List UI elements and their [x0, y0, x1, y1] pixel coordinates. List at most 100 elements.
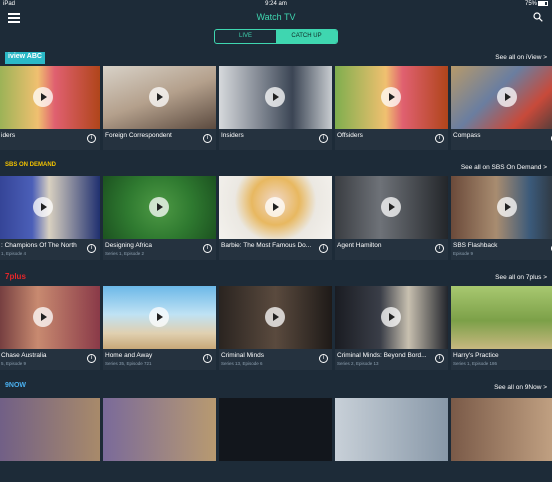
tab-catch-up[interactable]: CATCH UP [276, 30, 337, 43]
program-card[interactable]: Criminal Minds: Beyond Bord... Series 2, … [335, 286, 448, 370]
thumbnail[interactable] [335, 176, 448, 239]
program-card[interactable]: SBS FlashbackEpisode 9i [451, 176, 552, 260]
card-meta: Barbie: The Most Famous Do... i [219, 239, 332, 260]
see-all-link[interactable]: See all on 9Now > [494, 384, 547, 391]
play-icon[interactable] [149, 307, 169, 327]
card-subtitle: 1, Episode 4 [1, 251, 27, 256]
play-icon[interactable] [381, 197, 401, 217]
card-meta: Insiders i [219, 129, 332, 150]
card-meta: SBS FlashbackEpisode 9i [451, 239, 552, 260]
section-header: 7plus See all on 7plus > [0, 270, 552, 284]
program-card[interactable]: Barbie: The Most Famous Do... i [219, 176, 332, 260]
see-all-link[interactable]: See all on SBS On Demand > [461, 164, 547, 171]
info-icon[interactable]: i [319, 244, 328, 253]
program-card[interactable]: Offsiders i [335, 66, 448, 150]
program-card[interactable]: Designing Africa Series 1, Episode 2 i [103, 176, 216, 260]
card-meta: Offsiders i [335, 129, 448, 150]
play-icon[interactable] [381, 87, 401, 107]
info-icon[interactable]: i [203, 134, 212, 143]
info-icon[interactable]: i [319, 134, 328, 143]
program-card[interactable]: Agent Hamilton i [335, 176, 448, 260]
thumbnail[interactable] [0, 398, 100, 461]
clock: 9:24 am [265, 1, 287, 7]
program-card[interactable]: Insiders i [219, 66, 332, 150]
thumbnail[interactable] [335, 66, 448, 129]
play-icon[interactable] [33, 197, 53, 217]
program-card[interactable] [335, 398, 448, 482]
card-meta: Criminal Minds Series 13, Episode 6 i [219, 349, 332, 370]
search-icon[interactable] [533, 12, 543, 22]
play-icon[interactable] [265, 87, 285, 107]
thumbnail[interactable] [335, 398, 448, 461]
thumbnail[interactable] [103, 286, 216, 349]
card-title: Criminal Minds [221, 352, 264, 359]
card-row: iders i Foreign Correspondent i Insiders i … [0, 66, 552, 150]
play-icon[interactable] [381, 307, 401, 327]
thumbnail[interactable] [103, 176, 216, 239]
play-icon[interactable] [149, 197, 169, 217]
info-icon[interactable]: i [435, 354, 444, 363]
program-card[interactable]: Criminal Minds Series 13, Episode 6 i [219, 286, 332, 370]
info-icon[interactable]: i [87, 354, 96, 363]
play-icon[interactable] [33, 307, 53, 327]
battery-indicator: 75% [525, 1, 548, 7]
info-icon[interactable]: i [435, 134, 444, 143]
program-card[interactable]: Chase Australia 5, Episode 9 i [0, 286, 100, 370]
info-icon[interactable]: i [435, 244, 444, 253]
card-row [0, 398, 552, 482]
thumbnail[interactable] [451, 176, 552, 239]
card-title: iders [1, 132, 16, 139]
thumbnail[interactable] [0, 286, 100, 349]
play-icon[interactable] [265, 197, 285, 217]
thumbnail[interactable] [451, 398, 552, 461]
program-card[interactable]: : Champions Of The North 1, Episode 4 i [0, 176, 100, 260]
program-card[interactable]: Foreign Correspondent i [103, 66, 216, 150]
thumbnail[interactable] [219, 66, 332, 129]
program-card[interactable] [219, 398, 332, 482]
info-icon[interactable]: i [203, 244, 212, 253]
thumbnail[interactable] [103, 66, 216, 129]
card-meta: Foreign Correspondent i [103, 129, 216, 150]
thumbnail[interactable] [0, 66, 100, 129]
thumbnail[interactable] [103, 398, 216, 461]
card-subtitle: Series 1, Episode 2 [105, 251, 145, 256]
program-card[interactable]: iders i [0, 66, 100, 150]
thumbnail[interactable] [335, 286, 448, 349]
battery-percent: 75% [524, 1, 537, 8]
card-title: : Champions Of The North [1, 242, 77, 249]
thumbnail[interactable] [219, 286, 332, 349]
program-card[interactable] [451, 398, 552, 482]
card-meta: : Champions Of The North 1, Episode 4 i [0, 239, 100, 260]
program-card[interactable]: Home and Away Series 35, Episode 721 i [103, 286, 216, 370]
program-card[interactable]: Harry's Practice Series 1, Episode 186 [451, 286, 552, 370]
card-row: : Champions Of The North 1, Episode 4 i De… [0, 176, 552, 260]
page-title: Watch TV [256, 12, 296, 22]
see-all-link[interactable]: See all on 7plus > [495, 274, 547, 281]
card-meta: Designing Africa Series 1, Episode 2 i [103, 239, 216, 260]
thumbnail[interactable] [0, 176, 100, 239]
card-title: Criminal Minds: Beyond Bord... [337, 352, 427, 359]
thumbnail[interactable] [451, 286, 552, 349]
play-icon[interactable] [149, 87, 169, 107]
program-card[interactable]: Compassi [451, 66, 552, 150]
program-card[interactable] [103, 398, 216, 482]
play-icon[interactable] [497, 197, 517, 217]
see-all-link[interactable]: See all on iView > [495, 54, 547, 61]
tab-live[interactable]: LIVE [215, 30, 276, 43]
info-icon[interactable]: i [87, 134, 96, 143]
card-meta: Agent Hamilton i [335, 239, 448, 260]
info-icon[interactable]: i [203, 354, 212, 363]
card-subtitle: Series 2, Episode 13 [337, 361, 379, 366]
program-card[interactable] [0, 398, 100, 482]
thumbnail[interactable] [219, 398, 332, 461]
card-meta: iders i [0, 129, 100, 150]
play-icon[interactable] [265, 307, 285, 327]
info-icon[interactable]: i [319, 354, 328, 363]
thumbnail[interactable] [219, 176, 332, 239]
play-icon[interactable] [497, 87, 517, 107]
play-icon[interactable] [33, 87, 53, 107]
thumbnail[interactable] [451, 66, 552, 129]
card-title: Compass [453, 132, 481, 139]
card-title: SBS Flashback [453, 242, 498, 249]
info-icon[interactable]: i [87, 244, 96, 253]
